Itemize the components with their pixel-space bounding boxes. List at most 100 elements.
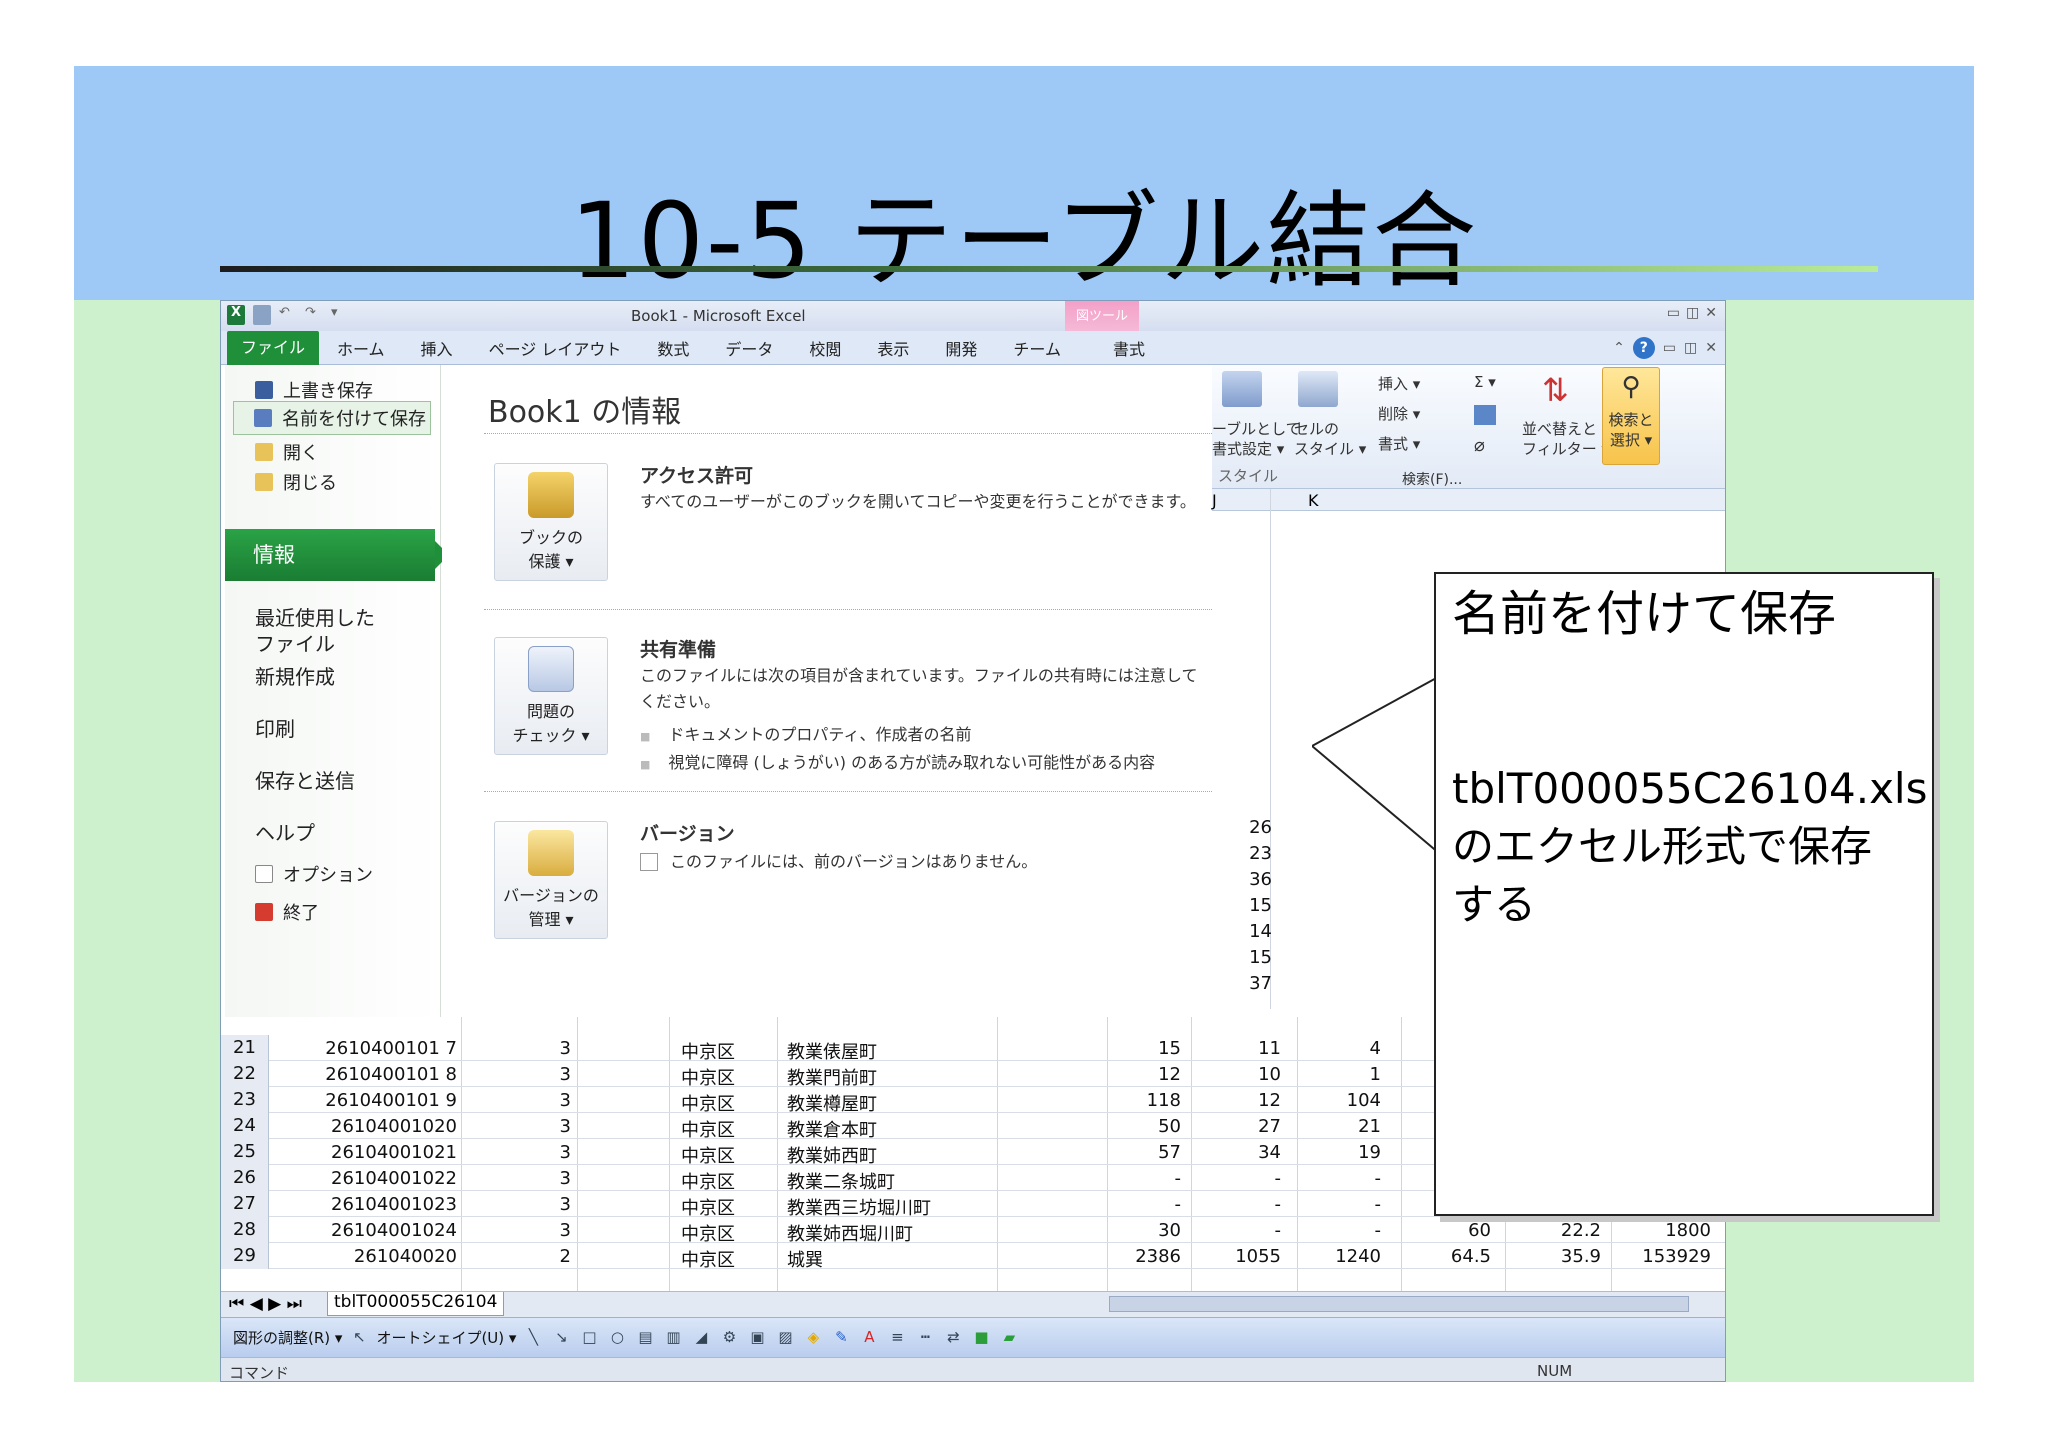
cell-id[interactable]: 26104001020 — [277, 1116, 457, 1137]
insert-cells-button[interactable]: 挿入 ▾ — [1378, 373, 1420, 394]
cell-value[interactable]: 1 — [1291, 1064, 1381, 1085]
tab-review[interactable]: 校閲 — [791, 336, 859, 360]
minimize-workbook-icon[interactable]: ▭ — [1663, 340, 1676, 356]
cell-value[interactable]: - — [1201, 1168, 1282, 1189]
cell[interactable]: 37 — [1216, 973, 1272, 994]
row-number[interactable]: 25 — [221, 1139, 269, 1165]
column-header-k[interactable]: K — [1308, 491, 1319, 510]
cell-value[interactable]: 50 — [1091, 1116, 1181, 1137]
cell-value[interactable]: - — [1291, 1220, 1382, 1241]
cell-level[interactable]: 3 — [521, 1038, 571, 1059]
cell-value[interactable]: 30 — [1091, 1220, 1181, 1241]
bs-open[interactable]: 開く — [255, 439, 319, 465]
cell-value[interactable]: 34 — [1201, 1142, 1281, 1163]
save-icon[interactable] — [253, 305, 271, 325]
cell-value[interactable]: 4 — [1291, 1038, 1381, 1059]
format-as-table-button[interactable] — [1222, 371, 1262, 407]
adjust-shapes-menu[interactable]: 図形の調整(R) ▾ — [233, 1327, 342, 1348]
cell-id[interactable]: 2610400101 9 — [277, 1090, 457, 1111]
cell-level[interactable]: 3 — [521, 1220, 571, 1241]
close-workbook-icon[interactable]: ✕ — [1705, 340, 1717, 356]
find-select-button[interactable]: ⚲ 検索と 選択 ▾ — [1602, 367, 1660, 465]
row-number[interactable]: 22 — [221, 1061, 269, 1087]
dash-style-icon[interactable]: ┅ — [914, 1328, 936, 1348]
cell-level[interactable]: 3 — [521, 1116, 571, 1137]
cell-value[interactable]: 12 — [1091, 1064, 1181, 1085]
cell[interactable]: 23 — [1216, 843, 1272, 864]
cell-value[interactable]: 64.5 — [1421, 1246, 1491, 1267]
cell-value[interactable]: 10 — [1201, 1064, 1281, 1085]
cell-value[interactable]: 12 — [1201, 1090, 1281, 1111]
diagram-icon[interactable]: ⚙ — [718, 1328, 740, 1348]
line-color-icon[interactable]: ✎ — [830, 1328, 852, 1348]
delete-cells-button[interactable]: 削除 ▾ — [1378, 403, 1420, 424]
3d-icon[interactable]: ▰ — [998, 1328, 1020, 1348]
sheet-tab[interactable]: tblT000055C26104 — [327, 1292, 505, 1316]
close-icon[interactable]: ✕ — [1705, 305, 1717, 321]
tab-file[interactable]: ファイル — [227, 330, 320, 365]
bs-print[interactable]: 印刷 — [255, 713, 295, 742]
cell-value[interactable]: - — [1201, 1220, 1282, 1241]
cell-value[interactable]: 11 — [1201, 1038, 1281, 1059]
textbox-icon[interactable]: ▤ — [634, 1328, 656, 1348]
cell[interactable]: 26 — [1216, 817, 1272, 838]
cell-value[interactable]: - — [1291, 1168, 1382, 1189]
cell-value[interactable]: - — [1291, 1194, 1382, 1215]
clipart-icon[interactable]: ▣ — [746, 1328, 768, 1348]
cell-level[interactable]: 3 — [521, 1168, 571, 1189]
sort-filter-button[interactable]: 並べ替えと フィルター ▾ — [1522, 419, 1609, 459]
fill-color-icon[interactable]: ◈ — [802, 1328, 824, 1348]
row-number[interactable]: 23 — [221, 1087, 269, 1113]
row-number[interactable]: 28 — [221, 1217, 269, 1243]
cell-id[interactable]: 26104001024 — [277, 1220, 457, 1241]
cell-value[interactable]: 57 — [1091, 1142, 1181, 1163]
arrow-style-icon[interactable]: ⇄ — [942, 1328, 964, 1348]
select-objects-icon[interactable]: ↖ — [348, 1328, 370, 1348]
autoshape-menu[interactable]: オートシェイプ(U) ▾ — [376, 1327, 516, 1348]
undo-icon[interactable]: ↶ — [279, 305, 297, 325]
row-number[interactable]: 29 — [221, 1243, 269, 1269]
picture-icon[interactable]: ▨ — [774, 1328, 796, 1348]
find-menu-item[interactable]: 検索(F)... — [1402, 469, 1462, 489]
font-color-icon[interactable]: A — [858, 1328, 880, 1348]
protect-workbook-button[interactable]: ブックの 保護 ▾ — [494, 463, 608, 581]
tab-developer[interactable]: 開発 — [927, 336, 995, 360]
tab-insert[interactable]: 挿入 — [403, 336, 471, 360]
cell-value[interactable]: 15 — [1091, 1038, 1181, 1059]
redo-icon[interactable]: ↷ — [305, 305, 323, 325]
cell-id[interactable]: 26104001022 — [277, 1168, 457, 1189]
bs-exit[interactable]: 終了 — [255, 899, 319, 925]
bs-save-as[interactable]: 名前を付けて保存 — [233, 401, 431, 435]
tab-view[interactable]: 表示 — [859, 336, 927, 360]
cell-value[interactable]: 2386 — [1091, 1246, 1181, 1267]
arrow-icon[interactable]: ↘ — [550, 1328, 572, 1348]
cell-value[interactable]: - — [1201, 1194, 1282, 1215]
maximize-icon[interactable]: ◫ — [1686, 305, 1699, 321]
cell-level[interactable]: 3 — [521, 1142, 571, 1163]
cell-value[interactable]: 27 — [1201, 1116, 1281, 1137]
row-number[interactable]: 27 — [221, 1191, 269, 1217]
rectangle-icon[interactable]: □ — [578, 1328, 600, 1348]
cell-value[interactable]: 1240 — [1291, 1246, 1381, 1267]
table-row[interactable]: 28 26104001024 3 中京区 教業姉西堀川町 30- -60 22.2 1800 — [221, 1217, 1725, 1245]
cell-value[interactable]: 19 — [1291, 1142, 1381, 1163]
cell-style-button[interactable] — [1298, 371, 1338, 407]
cell-value[interactable]: 1055 — [1201, 1246, 1281, 1267]
clear-icon[interactable]: ⌀ — [1474, 435, 1485, 456]
manage-versions-button[interactable]: バージョンの 管理 ▾ — [494, 821, 608, 939]
cell-id[interactable]: 26104001023 — [277, 1194, 457, 1215]
cell-level[interactable]: 3 — [521, 1090, 571, 1111]
bs-help[interactable]: ヘルプ — [255, 817, 315, 846]
cell-id[interactable]: 2610400101 7 — [277, 1038, 457, 1059]
table-row[interactable]: 29 261040020 2 中京区 城巽 2386 1055 1240 64.5 35.9 153… — [221, 1243, 1725, 1271]
shadow-icon[interactable]: ■ — [970, 1328, 992, 1348]
cell-value[interactable]: 118 — [1091, 1090, 1181, 1111]
vertical-textbox-icon[interactable]: ▥ — [662, 1328, 684, 1348]
bs-options[interactable]: オプション — [255, 861, 373, 887]
bs-close[interactable]: 閉じる — [255, 469, 337, 495]
cell[interactable]: 15 — [1216, 947, 1272, 968]
cell-value[interactable]: 153929 — [1621, 1246, 1711, 1267]
tab-page-layout[interactable]: ページ レイアウト — [471, 336, 640, 360]
bs-info[interactable]: 情報 — [225, 529, 449, 581]
bs-save-send[interactable]: 保存と送信 — [255, 765, 355, 794]
